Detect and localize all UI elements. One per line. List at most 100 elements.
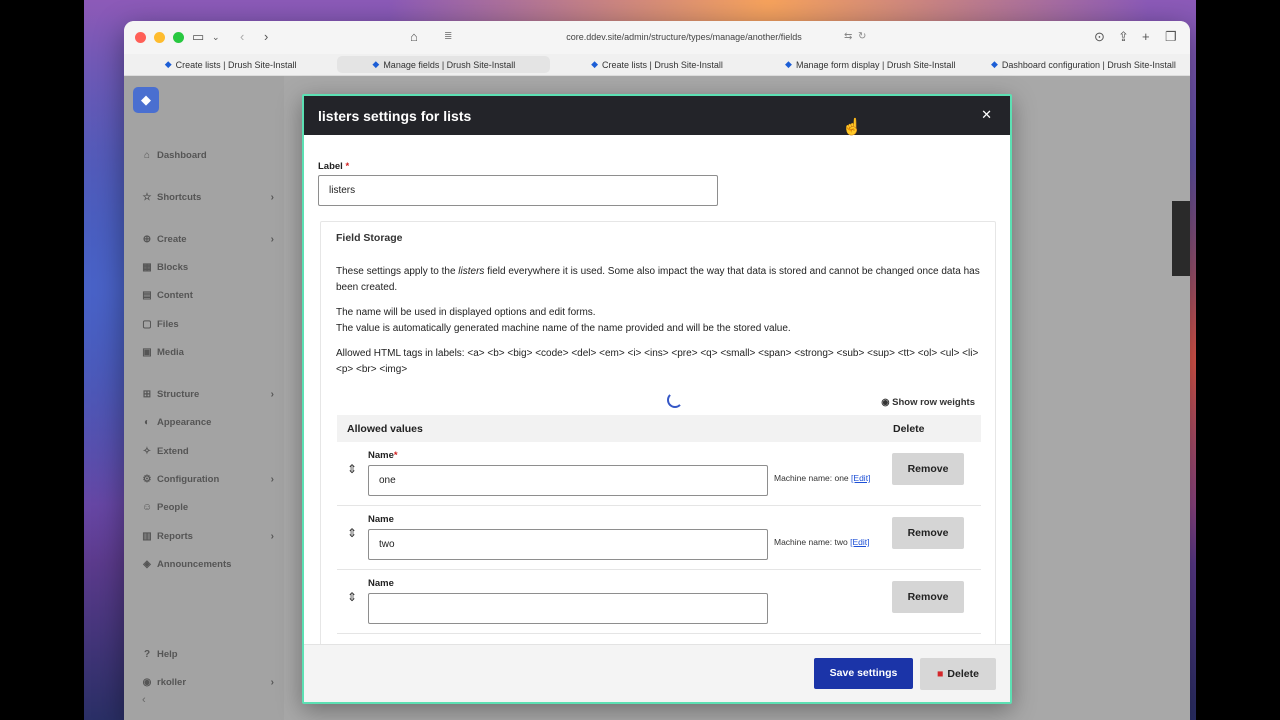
sidebar-item-reports[interactable]: ▥ Reports › bbox=[142, 531, 274, 542]
help-icon: ? bbox=[143, 649, 151, 660]
admin-sidebar: ◆ ⌂ Dashboard ☆ Shortcuts › ⊕ Create › ▦ Block… bbox=[124, 76, 284, 720]
tab-manage-form-display[interactable]: ◆ Manage form display | Drush Site-Insta… bbox=[764, 54, 977, 75]
drag-handle-icon[interactable]: ⇕ bbox=[347, 590, 357, 604]
delete-header: Delete bbox=[893, 423, 925, 435]
screen-border-right bbox=[1196, 0, 1280, 720]
chevron-right-icon: › bbox=[270, 531, 274, 542]
name-label: Name* bbox=[368, 450, 398, 461]
required-marker: * bbox=[345, 161, 350, 172]
eye-icon: ◉ bbox=[881, 397, 893, 408]
sidebar-item-files[interactable]: ▢ Files bbox=[142, 319, 274, 330]
table-row: ⇕ Name two Machine name: two [Edit] Remo… bbox=[337, 506, 981, 570]
sidebar-item-media[interactable]: ▣ Media bbox=[142, 347, 274, 358]
extend-icon: ✧ bbox=[142, 446, 152, 457]
sidebar-item-user[interactable]: ◉ rkoller › bbox=[142, 677, 274, 688]
home-icon: ⌂ bbox=[143, 150, 151, 161]
remove-button[interactable]: Remove bbox=[892, 517, 964, 549]
sidebar-item-help[interactable]: ? Help bbox=[142, 649, 274, 660]
sidebar-item-dashboard[interactable]: ⌂ Dashboard bbox=[142, 150, 274, 161]
drupal-icon: ◆ bbox=[990, 59, 998, 69]
sidebar-item-shortcuts[interactable]: ☆ Shortcuts › bbox=[142, 192, 274, 203]
chevron-right-icon: › bbox=[270, 677, 274, 688]
tab-overview-icon[interactable]: ❐ bbox=[1165, 29, 1177, 45]
drag-handle-icon[interactable]: ⇕ bbox=[347, 526, 357, 540]
chevron-down-icon[interactable]: ⌄ bbox=[212, 29, 220, 45]
reports-icon: ▥ bbox=[142, 531, 152, 542]
reload-icon[interactable]: ↻ bbox=[858, 29, 866, 45]
sidebar-item-blocks[interactable]: ▦ Blocks bbox=[142, 262, 274, 273]
user-icon: ◉ bbox=[142, 677, 152, 688]
sidebar-item-content[interactable]: ▤ Content bbox=[142, 290, 274, 301]
remove-button[interactable]: Remove bbox=[892, 581, 964, 613]
value-name-input[interactable]: two bbox=[368, 529, 768, 560]
tab-manage-fields[interactable]: ◆ Manage fields | Drush Site-Install bbox=[337, 56, 551, 73]
blocks-icon: ▦ bbox=[142, 262, 152, 273]
remove-button[interactable]: Remove bbox=[892, 453, 964, 485]
label-input[interactable]: listers bbox=[318, 175, 718, 206]
sidebar-item-extend[interactable]: ✧ Extend bbox=[142, 446, 274, 457]
dimmed-block bbox=[1172, 201, 1190, 276]
browser-toolbar: ▭ ⌄ ‹ › ⌂ ≣ core.ddev.site/admin/structu… bbox=[124, 21, 1190, 54]
close-window-button[interactable] bbox=[135, 32, 146, 43]
edit-machine-name-link[interactable]: [Edit] bbox=[850, 537, 869, 547]
sidebar-item-configuration[interactable]: ⚙ Configuration › bbox=[142, 474, 274, 485]
drupal-icon: ◆ bbox=[785, 59, 792, 69]
drag-handle-icon[interactable]: ⇕ bbox=[347, 462, 357, 476]
dialog-header: listers settings for lists ✕ bbox=[304, 96, 1010, 135]
close-icon[interactable]: ✕ bbox=[981, 107, 992, 123]
sidebar-item-structure[interactable]: ⊞ Structure › bbox=[142, 389, 274, 400]
dialog-body: Label * listers Field Storage These sett… bbox=[304, 135, 1010, 644]
chevron-right-icon: › bbox=[270, 389, 274, 400]
forward-icon[interactable]: › bbox=[264, 29, 268, 45]
translate-icon[interactable]: ⇆ bbox=[844, 29, 852, 45]
drupal-icon: ◆ bbox=[164, 59, 172, 69]
sidebar-item-appearance[interactable]: ◐ Appearance bbox=[142, 417, 274, 428]
name-label: Name bbox=[368, 514, 394, 525]
sidebar-toggle-icon[interactable]: ▭ bbox=[192, 29, 204, 45]
name-label: Name bbox=[368, 578, 394, 589]
field-storage-intro: These settings apply to the listers fiel… bbox=[336, 266, 980, 293]
tab-create-lists[interactable]: ◆ Create lists | Drush Site-Install bbox=[124, 54, 337, 75]
share-icon[interactable]: ⇪ bbox=[1118, 29, 1129, 45]
zoom-window-button[interactable] bbox=[173, 32, 184, 43]
save-settings-button[interactable]: Save settings bbox=[814, 658, 913, 689]
sidebar-item-announcements[interactable]: ◈ Announcements bbox=[142, 559, 274, 570]
value-name-input[interactable]: one bbox=[368, 465, 768, 496]
content-icon: ▤ bbox=[142, 290, 152, 301]
delete-button[interactable]: ■ Delete bbox=[920, 658, 996, 690]
chevron-right-icon: › bbox=[270, 474, 274, 485]
media-icon: ▣ bbox=[142, 347, 152, 358]
required-marker: * bbox=[393, 450, 398, 461]
table-row: ⇕ Name Remove bbox=[337, 570, 981, 634]
tab-bar: ◆ Create lists | Drush Site-Install ◆ Ma… bbox=[124, 54, 1190, 76]
drupal-icon: ◆ bbox=[372, 59, 380, 69]
tab-create-lists-2[interactable]: ◆ Create lists | Drush Site-Install bbox=[550, 54, 763, 75]
edit-machine-name-link[interactable]: [Edit] bbox=[851, 473, 870, 483]
sidebar-item-create[interactable]: ⊕ Create › bbox=[142, 234, 274, 245]
dialog-footer: Save settings ■ Delete bbox=[304, 644, 1010, 702]
sidebar-item-people[interactable]: ☺ People bbox=[142, 502, 274, 513]
chevron-right-icon: › bbox=[270, 192, 274, 203]
machine-name: Machine name: two [Edit] bbox=[774, 537, 870, 547]
new-tab-icon[interactable]: + bbox=[1142, 29, 1150, 45]
home-icon[interactable]: ⌂ bbox=[410, 29, 418, 45]
back-icon[interactable]: ‹ bbox=[240, 29, 244, 45]
page-icon[interactable]: ≣ bbox=[444, 29, 452, 45]
chevron-right-icon: › bbox=[270, 234, 274, 245]
minimize-window-button[interactable] bbox=[154, 32, 165, 43]
wrench-icon: ⚙ bbox=[142, 474, 152, 485]
settings-dialog: listers settings for lists ✕ Label * lis… bbox=[302, 94, 1012, 704]
address-bar[interactable]: core.ddev.site/admin/structure/types/man… bbox=[534, 30, 834, 44]
mouse-pointer-icon: ☝ bbox=[842, 119, 862, 136]
value-name-input[interactable] bbox=[368, 593, 768, 624]
announcements-icon: ◈ bbox=[143, 559, 151, 570]
allowed-values-table-header: Allowed values Delete bbox=[337, 415, 981, 442]
show-row-weights-button[interactable]: ◉ Show row weights bbox=[881, 397, 975, 408]
file-icon: ▢ bbox=[142, 319, 152, 330]
collapse-sidebar-icon[interactable]: ‹ bbox=[142, 694, 146, 706]
tab-dashboard-configuration[interactable]: ◆ Dashboard configuration | Drush Site-I… bbox=[977, 54, 1190, 75]
window-controls bbox=[135, 32, 184, 43]
drupal-logo-icon[interactable]: ◆ bbox=[133, 87, 159, 113]
dialog-title: listers settings for lists bbox=[318, 108, 472, 124]
download-icon[interactable]: ⊙ bbox=[1094, 29, 1105, 45]
